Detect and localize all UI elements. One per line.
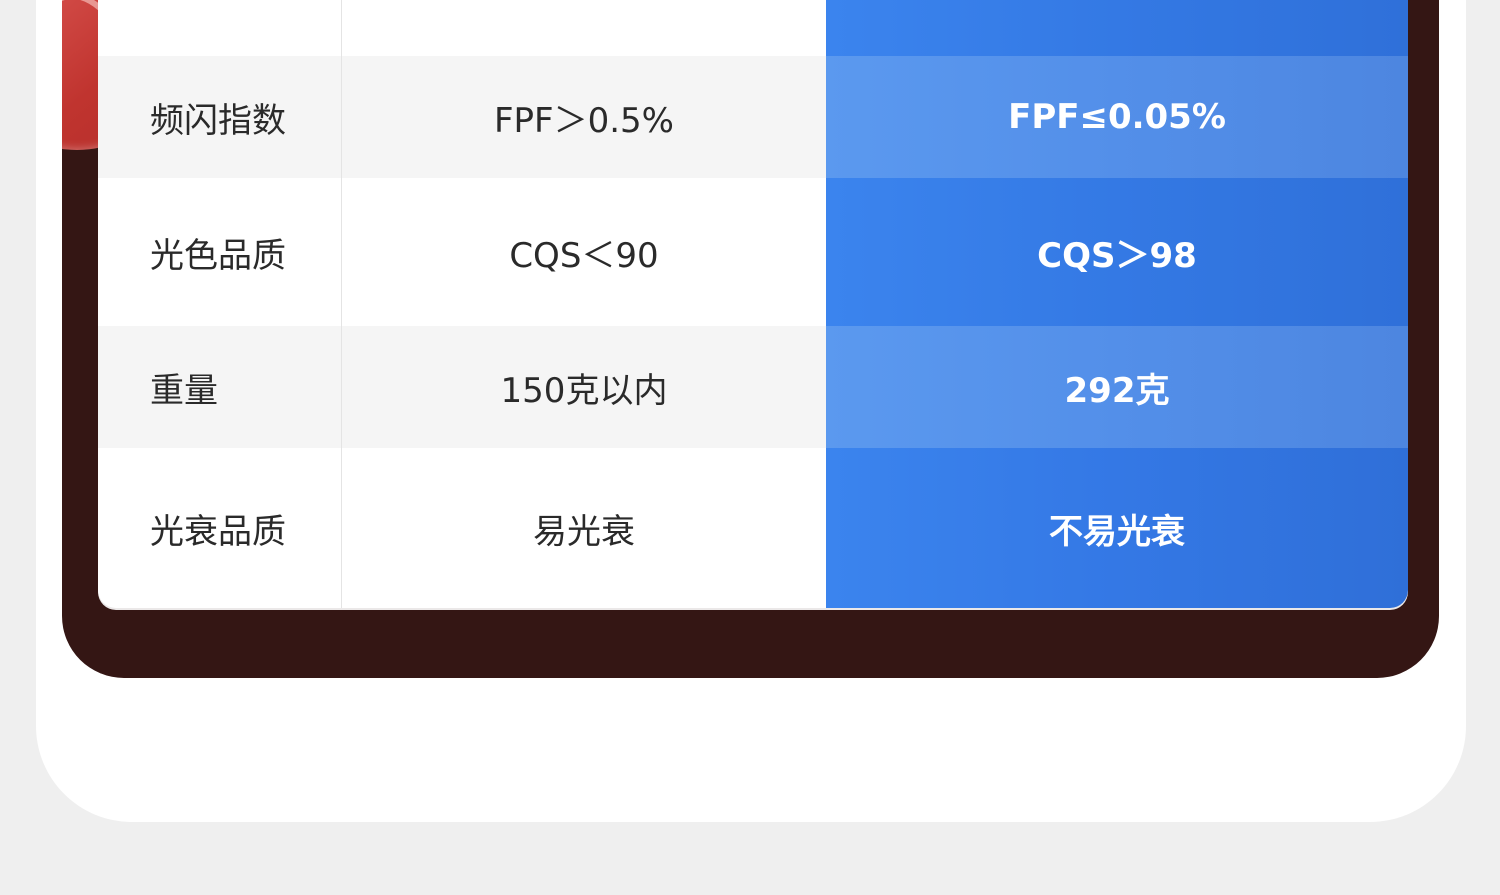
comparison-table: 频闪指数 FPF＞0.5% FPF≤0.05% 光色品质 CQS＜90 CQS＞… xyxy=(98,0,1408,608)
table-row: 频闪指数 FPF＞0.5% FPF≤0.05% xyxy=(98,56,1408,178)
other-value: CQS＜90 xyxy=(509,235,659,276)
row-label: 光衰品质 xyxy=(98,448,342,608)
row-label: 频闪指数 xyxy=(98,56,342,178)
our-value: FPF≤0.05% xyxy=(826,56,1408,178)
table-row: 光色品质 CQS＜90 CQS＞98 xyxy=(98,178,1408,326)
table-row: 重量 150克以内 292克 xyxy=(98,326,1408,448)
other-value xyxy=(342,0,826,56)
our-value: 不易光衰 xyxy=(826,448,1408,608)
row-label: 光色品质 xyxy=(98,178,342,326)
other-value: 150克以内 xyxy=(342,326,826,448)
our-value: 292克 xyxy=(826,326,1408,448)
table-row: 光衰品质 易光衰 不易光衰 xyxy=(98,448,1408,608)
table-row xyxy=(98,0,1408,56)
our-value: CQS＞98 xyxy=(826,178,1408,326)
other-value: FPF＞0.5% xyxy=(342,56,826,178)
row-label: 重量 xyxy=(98,326,342,448)
our-value xyxy=(826,0,1408,56)
other-value: 易光衰 xyxy=(533,511,635,552)
row-label xyxy=(98,0,342,56)
